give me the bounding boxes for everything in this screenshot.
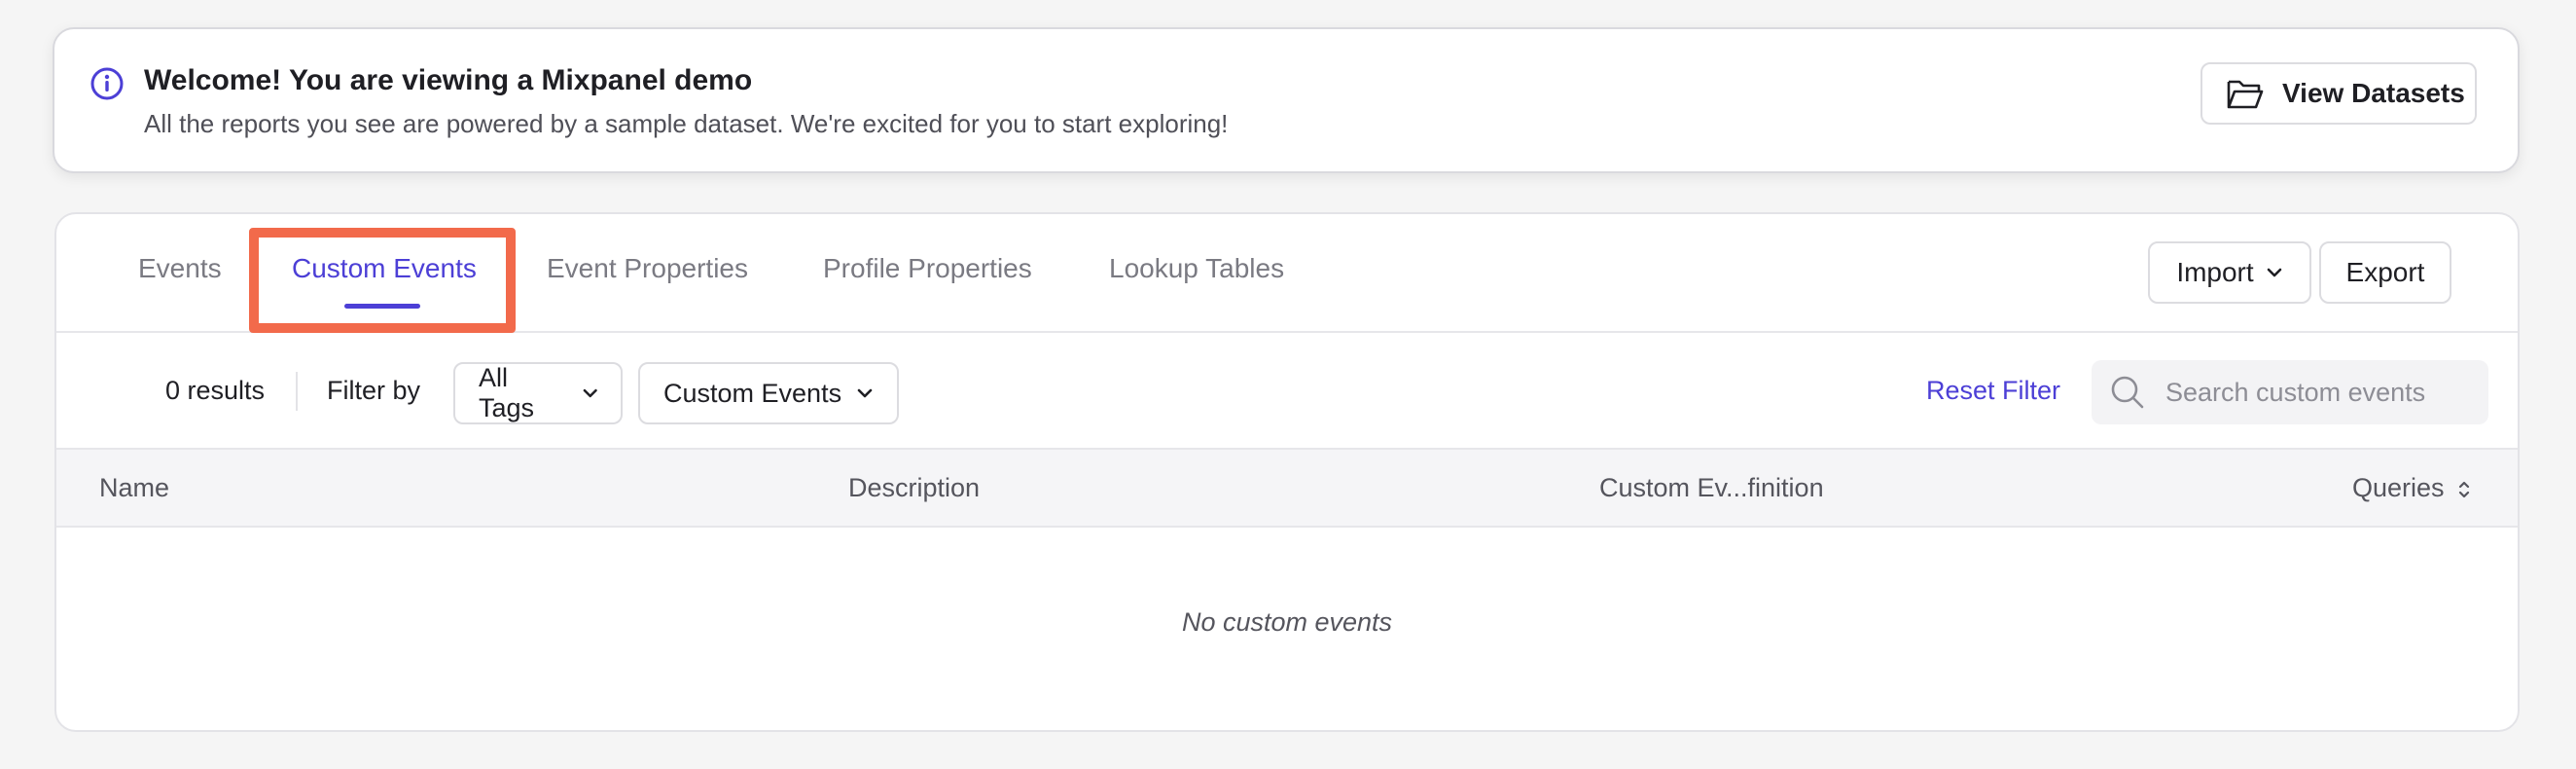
table-header: Name Description Custom Ev...finition Qu…: [56, 450, 2518, 528]
column-queries-label: Queries: [2352, 473, 2445, 502]
search-box[interactable]: [2092, 360, 2488, 424]
import-label: Import: [2176, 257, 2254, 287]
active-tab-indicator: [344, 304, 420, 309]
sort-icon: [2458, 481, 2470, 497]
tab-custom-events[interactable]: Custom Events: [292, 253, 477, 284]
chevron-down-icon: [857, 388, 873, 398]
view-datasets-button[interactable]: View Datasets: [2200, 62, 2477, 125]
import-button[interactable]: Import: [2148, 241, 2311, 304]
tab-lookup-tables[interactable]: Lookup Tables: [1109, 253, 1284, 284]
folder-open-icon: [2227, 80, 2264, 109]
filter-by-label: Filter by: [327, 376, 421, 405]
empty-state-message: No custom events: [1181, 607, 1393, 637]
banner-text: All the reports you see are powered by a…: [144, 109, 1229, 138]
tab-events[interactable]: Events: [138, 253, 222, 284]
event-type-dropdown-value: Custom Events: [663, 378, 842, 408]
welcome-banner: Welcome! You are viewing a Mixpanel demo…: [53, 27, 2520, 173]
results-count: 0 results: [165, 376, 266, 405]
event-type-dropdown[interactable]: Custom Events: [638, 362, 899, 424]
search-icon: [2111, 376, 2144, 409]
lexicon-card: Events Custom Events Event Properties Pr…: [54, 212, 2520, 732]
column-custom-event-definition[interactable]: Custom Ev...finition: [1599, 473, 1824, 503]
search-input[interactable]: [2165, 377, 2477, 408]
tags-dropdown[interactable]: All Tags: [453, 362, 623, 424]
chevron-down-icon: [583, 388, 597, 398]
banner-title: Welcome! You are viewing a Mixpanel demo: [144, 64, 753, 96]
export-button[interactable]: Export: [2319, 241, 2451, 304]
tab-profile-properties[interactable]: Profile Properties: [823, 253, 1032, 284]
reset-filter-link[interactable]: Reset Filter: [1926, 376, 2060, 406]
export-label: Export: [2345, 257, 2425, 287]
info-icon: [90, 67, 124, 100]
tags-dropdown-value: All Tags: [479, 363, 535, 422]
filter-divider: [296, 372, 298, 411]
view-datasets-label: View Datasets: [2282, 78, 2465, 108]
column-queries[interactable]: Queries: [2352, 473, 2471, 503]
filter-row: 0 results Filter by All Tags Custom Even…: [56, 333, 2518, 450]
column-description[interactable]: Description: [848, 473, 980, 503]
tabs-bar: Events Custom Events Event Properties Pr…: [56, 214, 2518, 333]
tab-event-properties[interactable]: Event Properties: [547, 253, 748, 284]
chevron-down-icon: [2267, 268, 2281, 277]
column-name[interactable]: Name: [99, 473, 169, 503]
